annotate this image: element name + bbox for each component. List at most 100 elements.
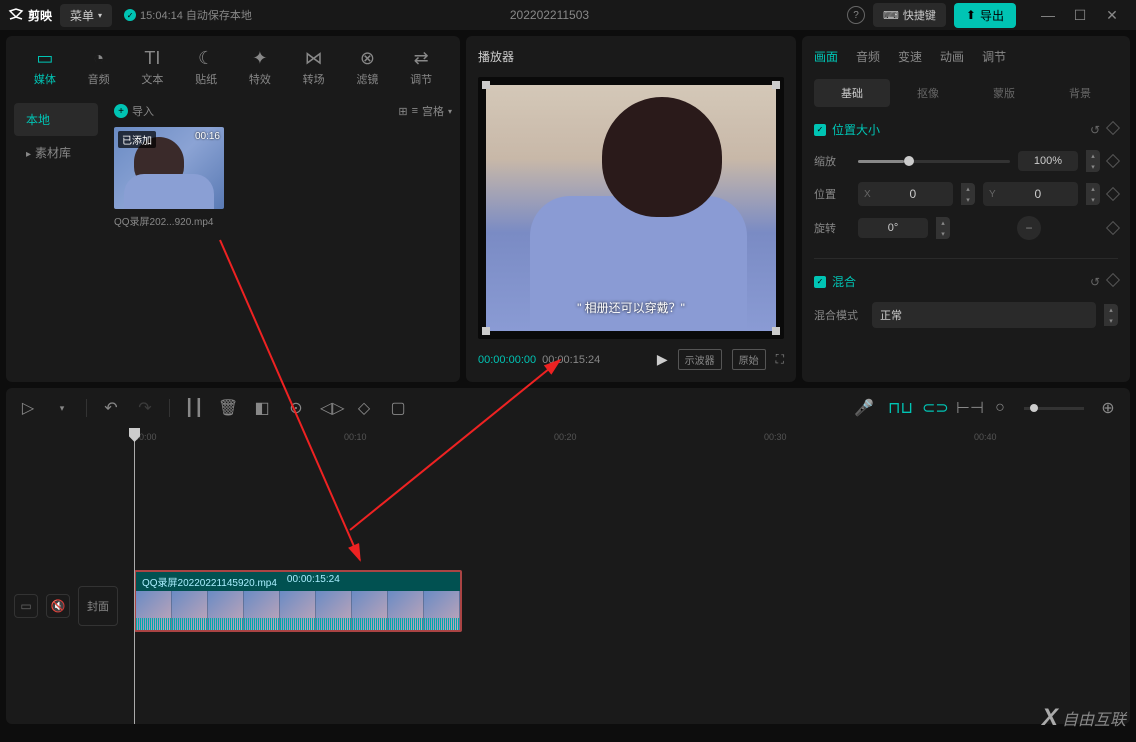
keyframe-icon[interactable] [1106, 187, 1120, 201]
position-label: 位置 [814, 186, 850, 202]
rotation-label: 旋转 [814, 220, 850, 236]
sidebar-item-library[interactable]: ▸素材库 [14, 136, 98, 169]
resize-handle-tr[interactable] [772, 81, 780, 89]
subtab-background[interactable]: 背景 [1042, 79, 1118, 107]
keyframe-icon[interactable] [1106, 120, 1120, 134]
timeline-ruler[interactable]: 00:00 00:10 00:20 00:30 00:40 [6, 428, 1130, 448]
properties-panel: 画面 音频 变速 动画 调节 基础 抠像 蒙版 背景 ✓ 位置大小 ↺ 缩放 [802, 36, 1130, 382]
tab-effect[interactable]: ✦特效 [233, 44, 287, 91]
sticker-icon: ☾ [179, 48, 233, 69]
delete-tool[interactable]: 🗑 [218, 398, 238, 418]
preview-icon[interactable]: ⊢⊣ [956, 398, 976, 418]
mirror-tool[interactable]: ◁▷ [320, 398, 340, 418]
video-preview[interactable]: " 相册还可以穿戴？" [478, 77, 784, 339]
reset-icon[interactable]: ↺ [1090, 123, 1100, 137]
crop-tool[interactable]: ▢ [388, 398, 408, 418]
tab-text[interactable]: TI文本 [126, 44, 180, 91]
scale-input[interactable]: 100% [1018, 151, 1078, 171]
mic-icon[interactable]: 🎤 [854, 398, 874, 418]
help-icon[interactable]: ? [847, 6, 865, 24]
subtab-mask[interactable]: 蒙版 [966, 79, 1042, 107]
keyframe-icon[interactable] [1106, 154, 1120, 168]
crop-left-tool[interactable]: ◧ [252, 398, 272, 418]
reset-icon[interactable]: ↺ [1090, 275, 1100, 289]
export-button[interactable]: ⬆ 导出 [954, 3, 1016, 28]
resize-handle-tl[interactable] [482, 81, 490, 89]
shortcut-button[interactable]: ⌨ 快捷键 [873, 3, 946, 27]
keyframe-icon[interactable] [1106, 221, 1120, 235]
props-tab-audio[interactable]: 音频 [856, 48, 880, 69]
play-button[interactable]: ▶ [657, 351, 668, 368]
import-button[interactable]: + 导入 [114, 103, 154, 119]
scale-slider[interactable] [858, 160, 1010, 163]
props-tab-picture[interactable]: 画面 [814, 48, 838, 69]
subtab-cutout[interactable]: 抠像 [890, 79, 966, 107]
zoom-slider[interactable] [1024, 407, 1084, 410]
tab-filter[interactable]: ⊗滤镜 [341, 44, 395, 91]
minimize-button[interactable]: — [1032, 1, 1064, 29]
cover-button[interactable]: 封面 [78, 586, 118, 626]
autosave-status: ✓ 15:04:14 自动保存本地 [124, 7, 252, 23]
menu-button[interactable]: 菜单 ▾ [60, 4, 112, 27]
text-icon: TI [126, 48, 180, 69]
select-tool[interactable]: ▷ [18, 398, 38, 418]
original-button[interactable]: 原始 [732, 349, 766, 370]
check-icon: ✓ [124, 9, 136, 21]
close-button[interactable]: ✕ [1096, 1, 1128, 29]
zoom-thumb[interactable] [1030, 404, 1038, 412]
track-mute-button[interactable]: 🔇 [46, 594, 70, 618]
y-stepper[interactable]: ▴▾ [1086, 183, 1100, 205]
tab-adjust[interactable]: ⇄调节 [394, 44, 448, 91]
split-tool[interactable]: ┃┃ [184, 398, 204, 418]
playhead[interactable] [134, 428, 135, 724]
chevron-down-icon: ▾ [448, 107, 452, 116]
freeze-tool[interactable]: ⊙ [286, 398, 306, 418]
magnet-on-icon[interactable]: ⊓⊔ [888, 398, 908, 418]
position-section-header: ✓ 位置大小 ↺ [814, 121, 1118, 138]
media-thumbnail[interactable]: 已添加 00:16 QQ录屏202...920.mp4 [114, 127, 224, 228]
tab-transition[interactable]: ⋈转场 [287, 44, 341, 91]
x-stepper[interactable]: ▴▾ [961, 183, 975, 205]
scale-stepper[interactable]: ▴▾ [1086, 150, 1100, 172]
zoom-out-icon[interactable]: ○ [990, 399, 1010, 417]
rotation-stepper[interactable]: ▴▾ [936, 217, 950, 239]
slider-thumb[interactable] [904, 156, 914, 166]
scale-label: 缩放 [814, 153, 850, 169]
track-visibility-button[interactable]: ▭ [14, 594, 38, 618]
resize-handle-bl[interactable] [482, 327, 490, 335]
rotate-tool[interactable]: ◇ [354, 398, 374, 418]
link-icon[interactable]: ⊂⊃ [922, 398, 942, 418]
props-tab-speed[interactable]: 变速 [898, 48, 922, 69]
added-badge: 已添加 [118, 131, 156, 148]
check-icon[interactable]: ✓ [814, 124, 826, 136]
rotation-dial[interactable]: − [1017, 216, 1041, 240]
fullscreen-icon[interactable]: ⛶ [776, 352, 784, 367]
maximize-button[interactable]: ☐ [1064, 1, 1096, 29]
view-options[interactable]: ⊞ ≡ 宫格 ▾ [398, 103, 452, 119]
blend-mode-dropdown[interactable]: 正常 [872, 302, 1096, 328]
video-clip[interactable]: QQ录屏20220221145920.mp4 00:00:15:24 [134, 570, 462, 632]
props-tab-animation[interactable]: 动画 [940, 48, 964, 69]
scope-button[interactable]: 示波器 [678, 349, 722, 370]
watermark: X 自由互联 [1042, 704, 1126, 732]
undo-button[interactable]: ↶ [101, 398, 121, 418]
position-y-input[interactable]: Y 0 [983, 182, 1078, 206]
redo-button[interactable]: ↷ [135, 398, 155, 418]
chevron-down-icon[interactable]: ▾ [52, 403, 72, 414]
position-x-input[interactable]: X 0 [858, 182, 953, 206]
tab-media[interactable]: ▭媒体 [18, 44, 72, 91]
props-tab-adjust[interactable]: 调节 [982, 48, 1006, 69]
thumbnail-image: 已添加 00:16 [114, 127, 224, 209]
check-icon[interactable]: ✓ [814, 276, 826, 288]
subtab-basic[interactable]: 基础 [814, 79, 890, 107]
tab-sticker[interactable]: ☾贴纸 [179, 44, 233, 91]
rotation-input[interactable]: 0° [858, 218, 928, 238]
blend-stepper[interactable]: ▴▾ [1104, 304, 1118, 326]
keyframe-icon[interactable] [1106, 272, 1120, 286]
sidebar-item-local[interactable]: 本地 [14, 103, 98, 136]
arrow-right-icon: ▸ [26, 149, 31, 160]
video-subtitle: " 相册还可以穿戴？" [486, 299, 776, 316]
resize-handle-br[interactable] [772, 327, 780, 335]
zoom-in-icon[interactable]: ⊕ [1098, 398, 1118, 418]
tab-audio[interactable]: ◔音频 [72, 44, 126, 91]
